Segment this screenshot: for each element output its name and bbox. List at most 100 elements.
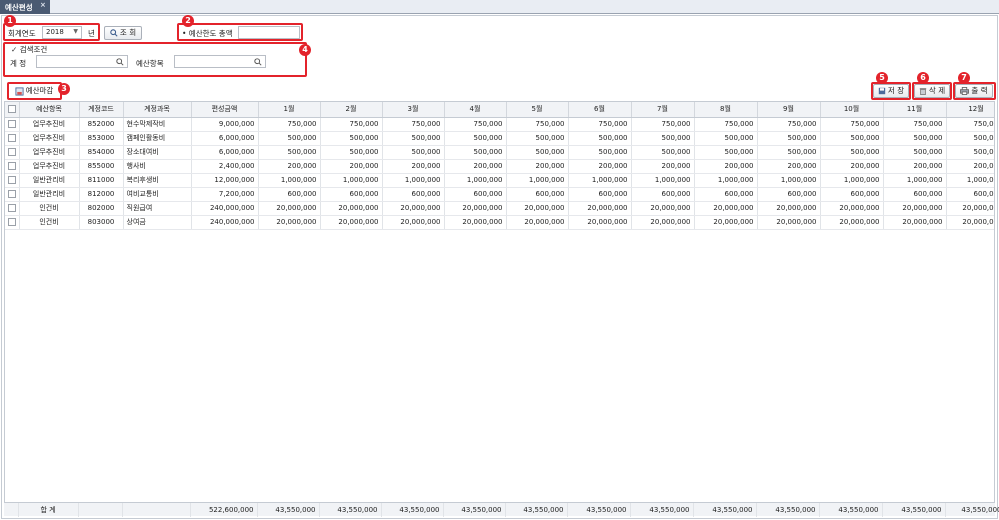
table-cell[interactable]: 인건비 xyxy=(19,201,80,216)
table-cell[interactable]: 600,000 xyxy=(694,187,758,202)
table-cell[interactable]: 20,000,000 xyxy=(444,215,507,230)
table-cell[interactable]: 업무추진비 xyxy=(19,159,80,174)
table-cell[interactable]: 811000 xyxy=(79,173,124,188)
search-icon[interactable] xyxy=(254,58,262,66)
table-cell[interactable]: 20,000,000 xyxy=(946,215,994,230)
table-cell[interactable]: 750,000 xyxy=(258,117,321,132)
table-row[interactable]: 업무추진비 855000 행사비 2,400,000 200,000 200,000 200… xyxy=(5,159,994,174)
table-cell[interactable]: 600,000 xyxy=(320,187,383,202)
table-cell[interactable]: 1,000,000 xyxy=(568,173,632,188)
table-cell[interactable]: 7,200,000 xyxy=(191,187,259,202)
table-cell[interactable]: 500,000 xyxy=(258,131,321,146)
table-cell[interactable]: 750,000 xyxy=(820,117,884,132)
column-header[interactable]: 계정과목 xyxy=(123,102,192,118)
column-header[interactable]: 7월 xyxy=(631,102,695,118)
search-button[interactable]: 조 회 xyxy=(104,26,142,40)
table-cell[interactable]: 500,000 xyxy=(258,145,321,160)
column-header[interactable]: 예산항목 xyxy=(19,102,80,118)
table-cell[interactable]: 20,000,000 xyxy=(320,215,383,230)
table-cell[interactable]: 600,000 xyxy=(258,187,321,202)
table-cell[interactable]: 803000 xyxy=(79,215,124,230)
table-cell[interactable]: 500,000 xyxy=(320,145,383,160)
table-cell[interactable]: 1,000,000 xyxy=(820,173,884,188)
table-cell[interactable]: 500,000 xyxy=(757,131,821,146)
table-cell[interactable]: 812000 xyxy=(79,187,124,202)
column-header[interactable]: 10월 xyxy=(820,102,884,118)
table-cell[interactable]: 600,000 xyxy=(382,187,445,202)
account-field[interactable] xyxy=(36,55,128,68)
table-cell[interactable]: 20,000,000 xyxy=(694,201,758,216)
table-cell[interactable]: 6,000,000 xyxy=(191,131,259,146)
checkbox[interactable] xyxy=(8,176,16,184)
table-cell[interactable]: 500,000 xyxy=(444,145,507,160)
table-cell[interactable]: 20,000,000 xyxy=(444,201,507,216)
search-icon[interactable] xyxy=(116,58,124,66)
table-cell[interactable]: 일반관리비 xyxy=(19,173,80,188)
table-cell[interactable]: 500,000 xyxy=(631,145,695,160)
table-cell[interactable]: 200,000 xyxy=(444,159,507,174)
table-cell[interactable]: 500,000 xyxy=(694,131,758,146)
table-cell[interactable]: 업무추진비 xyxy=(19,131,80,146)
checkbox[interactable] xyxy=(8,162,16,170)
table-cell[interactable]: 750,000 xyxy=(506,117,569,132)
table-cell[interactable]: 9,000,000 xyxy=(191,117,259,132)
table-cell[interactable]: 852000 xyxy=(79,117,124,132)
table-cell[interactable]: 200,000 xyxy=(258,159,321,174)
table-cell[interactable]: 20,000,000 xyxy=(506,215,569,230)
table-cell[interactable]: 20,000,000 xyxy=(757,215,821,230)
row-select-cell[interactable] xyxy=(5,201,20,216)
table-cell[interactable]: 750,000 xyxy=(946,117,994,132)
table-cell[interactable]: 750,000 xyxy=(694,117,758,132)
table-cell[interactable]: 750,000 xyxy=(568,117,632,132)
table-cell[interactable]: 500,000 xyxy=(506,131,569,146)
checkbox[interactable] xyxy=(8,148,16,156)
column-header[interactable]: 6월 xyxy=(568,102,632,118)
table-cell[interactable]: 6,000,000 xyxy=(191,145,259,160)
table-cell[interactable]: 750,000 xyxy=(883,117,947,132)
delete-button[interactable]: 삭 제 xyxy=(914,84,950,98)
table-cell[interactable]: 1,000,000 xyxy=(382,173,445,188)
table-cell[interactable]: 200,000 xyxy=(946,159,994,174)
table-cell[interactable]: 750,000 xyxy=(631,117,695,132)
table-cell[interactable]: 500,000 xyxy=(820,145,884,160)
table-cell[interactable]: 복리후생비 xyxy=(123,173,192,188)
table-cell[interactable]: 20,000,000 xyxy=(258,215,321,230)
table-cell[interactable]: 200,000 xyxy=(506,159,569,174)
column-header[interactable]: 4월 xyxy=(444,102,507,118)
table-cell[interactable]: 2,400,000 xyxy=(191,159,259,174)
checkbox[interactable] xyxy=(8,120,16,128)
row-select-cell[interactable] xyxy=(5,173,20,188)
table-row[interactable]: 인건비 802000 직원급여 240,000,000 20,000,000 20,000… xyxy=(5,201,994,216)
table-cell[interactable]: 200,000 xyxy=(320,159,383,174)
checkbox[interactable] xyxy=(8,190,16,198)
table-row[interactable]: 인건비 803000 상여금 240,000,000 20,000,000 20,000,… xyxy=(5,215,994,230)
table-cell[interactable]: 802000 xyxy=(79,201,124,216)
table-row[interactable]: 업무추진비 852000 현수막제작비 9,000,000 750,000 750,000… xyxy=(5,117,994,132)
table-cell[interactable]: 500,000 xyxy=(631,131,695,146)
row-select-cell[interactable] xyxy=(5,215,20,230)
table-cell[interactable]: 1,000,000 xyxy=(506,173,569,188)
close-icon[interactable]: × xyxy=(40,1,46,9)
table-cell[interactable]: 853000 xyxy=(79,131,124,146)
table-cell[interactable]: 855000 xyxy=(79,159,124,174)
table-cell[interactable]: 500,000 xyxy=(820,131,884,146)
table-cell[interactable]: 인건비 xyxy=(19,215,80,230)
checkbox[interactable] xyxy=(8,204,16,212)
table-cell[interactable]: 캠페인활동비 xyxy=(123,131,192,146)
table-cell[interactable]: 600,000 xyxy=(568,187,632,202)
tab-budget-planning[interactable]: 예산편성 × xyxy=(0,0,50,14)
table-cell[interactable]: 600,000 xyxy=(820,187,884,202)
table-cell[interactable]: 상여금 xyxy=(123,215,192,230)
row-select-cell[interactable] xyxy=(5,145,20,160)
budget-close-button[interactable]: 예산마감 xyxy=(9,84,59,98)
table-cell[interactable]: 240,000,000 xyxy=(191,215,259,230)
table-cell[interactable]: 현수막제작비 xyxy=(123,117,192,132)
table-cell[interactable]: 20,000,000 xyxy=(568,215,632,230)
table-cell[interactable]: 20,000,000 xyxy=(820,215,884,230)
column-header[interactable]: 2월 xyxy=(320,102,383,118)
budget-item-field[interactable] xyxy=(174,55,266,68)
table-cell[interactable]: 일반관리비 xyxy=(19,187,80,202)
column-header[interactable]: 편성금액 xyxy=(191,102,259,118)
row-select-cell[interactable] xyxy=(5,131,20,146)
table-cell[interactable]: 500,000 xyxy=(946,131,994,146)
